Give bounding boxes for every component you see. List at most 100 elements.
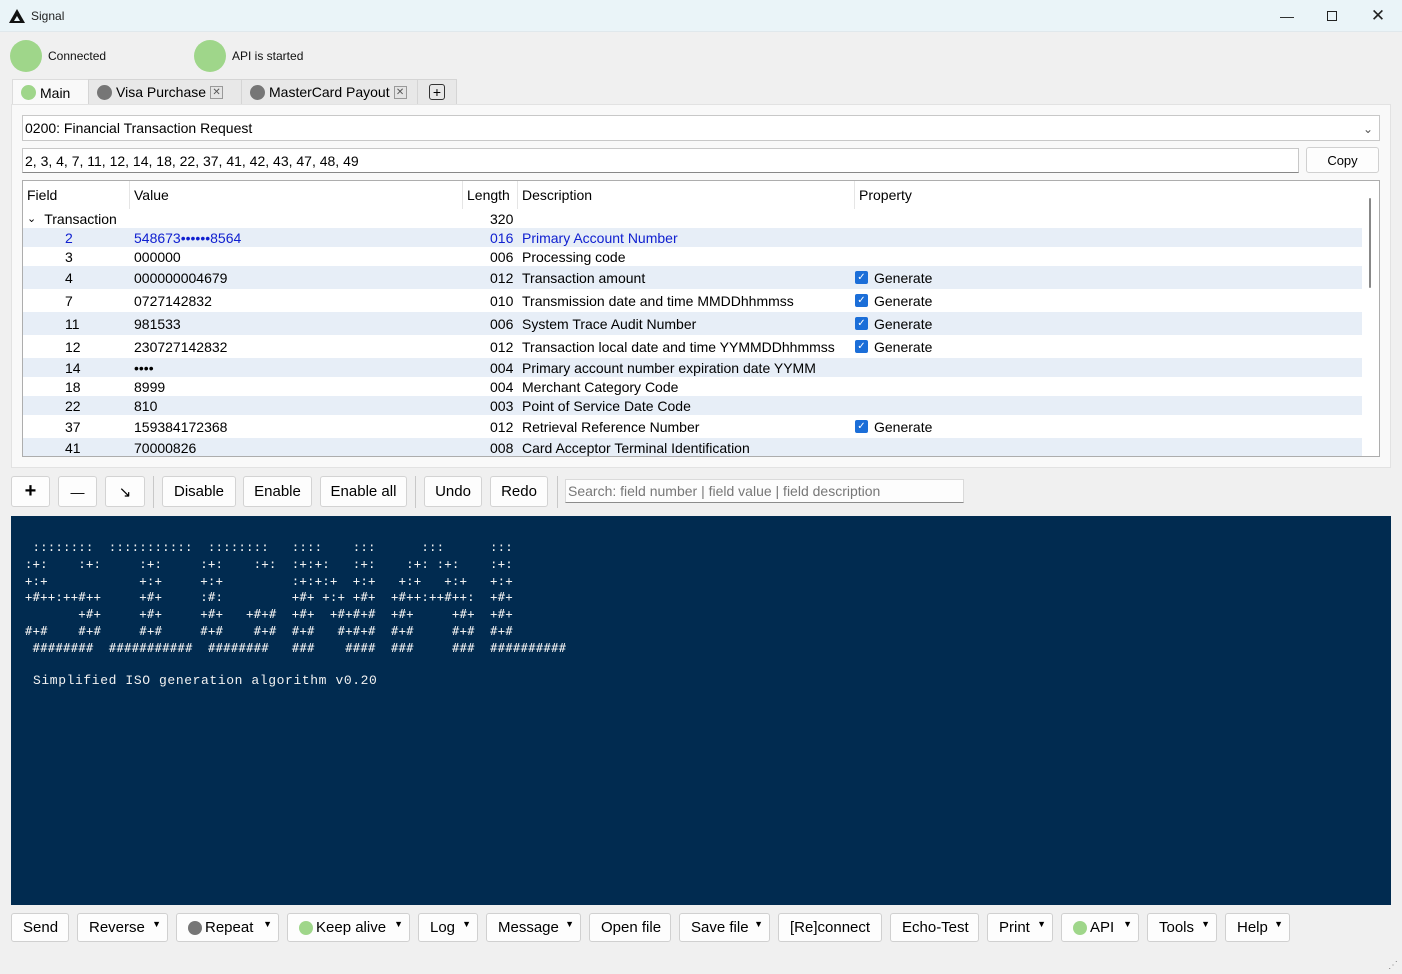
maximize-icon[interactable] — [1309, 0, 1355, 32]
log-button[interactable]: Log ▼ — [418, 913, 478, 942]
keep-alive-button[interactable]: Keep alive ▼ — [287, 913, 410, 942]
field-description: Transaction local date and time YYMMDDhh… — [522, 338, 835, 355]
generate-checkbox[interactable]: ✓ — [855, 271, 868, 284]
window-title: Signal — [31, 8, 65, 23]
column-header-value[interactable]: Value — [130, 181, 463, 209]
table-row[interactable]: 4 000000004679 012 Transaction amount ✓ Gener… — [23, 266, 1363, 289]
reconnect-button[interactable]: [Re]connect — [778, 913, 882, 942]
tab-close-icon[interactable]: ✕ — [210, 85, 224, 99]
field-search-input[interactable]: Search: field number | field value | fie… — [565, 479, 964, 503]
table-row[interactable]: 7 0727142832 010 Transmission date and time… — [23, 289, 1363, 312]
table-row[interactable]: 11 981533 006 System Trace Audit Number ✓ Gen… — [23, 312, 1363, 335]
close-icon[interactable]: ✕ — [1355, 0, 1401, 32]
remove-field-button[interactable]: — — [58, 476, 97, 507]
table-row[interactable]: 12 230727142832 012 Transaction local date … — [23, 335, 1363, 358]
column-header-field[interactable]: Field — [23, 181, 130, 209]
generate-checkbox[interactable]: ✓ — [855, 317, 868, 330]
minimize-icon[interactable]: — — [1264, 0, 1310, 32]
dropdown-caret-icon[interactable]: ▼ — [1123, 919, 1132, 929]
send-label: Send — [23, 919, 59, 936]
api-button[interactable]: API ▼ — [1061, 913, 1139, 942]
tab-main[interactable]: Main — [12, 79, 89, 105]
reverse-button[interactable]: Reverse ▼ — [77, 913, 168, 942]
repeat-status-dot-icon — [188, 920, 202, 935]
help-button[interactable]: Help ▼ — [1225, 913, 1290, 942]
message-button[interactable]: Message ▼ — [486, 913, 581, 942]
field-list-input[interactable]: 2, 3, 4, 7, 11, 12, 14, 18, 22, 37, 41, … — [22, 148, 1299, 173]
table-row[interactable]: 18 8999 004 Merchant Category Code — [23, 377, 1363, 396]
add-field-button[interactable]: + — [11, 476, 50, 507]
plus-square-icon: + — [429, 84, 445, 100]
message-label: Message — [498, 919, 559, 936]
tab-mastercard-payout[interactable]: MasterCard Payout ✕ — [241, 79, 418, 104]
open-file-button[interactable]: Open file — [589, 913, 671, 942]
dropdown-caret-icon[interactable]: ▼ — [462, 919, 471, 929]
echo-test-button[interactable]: Echo-Test — [890, 913, 979, 942]
toolbar-separator — [153, 476, 154, 508]
generate-label: Generate — [874, 292, 933, 309]
main-panel: 0200: Financial Transaction Request ⌄ 2,… — [11, 104, 1391, 468]
save-file-button[interactable]: Save file ▼ — [679, 913, 770, 942]
redo-button[interactable]: Redo — [490, 476, 548, 507]
send-button[interactable]: Send — [11, 913, 69, 942]
tab-close-icon[interactable]: ✕ — [393, 85, 407, 99]
generate-checkbox[interactable]: ✓ — [855, 294, 868, 307]
print-label: Print — [999, 919, 1030, 936]
message-type-select[interactable]: 0200: Financial Transaction Request ⌄ — [22, 115, 1380, 141]
column-header-property[interactable]: Property — [855, 181, 1363, 209]
table-row[interactable]: 3 000000 006 Processing code — [23, 247, 1363, 266]
table-row[interactable]: 41 70000826 008 Card Acceptor Terminal Iden… — [23, 438, 1363, 456]
tab-visa-purchase[interactable]: Visa Purchase ✕ — [88, 79, 242, 104]
copy-button[interactable]: Copy — [1306, 147, 1379, 173]
column-header-description[interactable]: Description — [518, 181, 855, 209]
table-row[interactable]: 22 810 003 Point of Service Date Code — [23, 396, 1363, 415]
tab-status-dot-icon — [97, 84, 112, 100]
connection-status: Connected — [10, 40, 106, 72]
field-length: 012 — [490, 269, 514, 286]
repeat-button[interactable]: Repeat ▼ — [176, 913, 279, 942]
enable-button[interactable]: Enable — [243, 476, 312, 507]
scroll-thumb[interactable] — [1369, 198, 1371, 288]
dropdown-caret-icon[interactable]: ▼ — [565, 919, 574, 929]
minus-icon: — — [70, 483, 85, 500]
table-scrollbar[interactable] — [1362, 181, 1379, 456]
tools-label: Tools — [1159, 919, 1195, 936]
field-value: 000000004679 — [134, 269, 228, 286]
dropdown-caret-icon[interactable]: ▼ — [152, 919, 161, 929]
dropdown-caret-icon[interactable]: ▼ — [1274, 919, 1283, 929]
disable-button[interactable]: Disable — [162, 476, 236, 507]
table-row[interactable]: 14 •••• 004 Primary account number expirati… — [23, 358, 1363, 377]
table-row[interactable]: 2 548673••••••8564 016 Primary Account Numb… — [23, 228, 1363, 247]
column-header-length[interactable]: Length — [463, 181, 518, 209]
field-value: 8999 — [134, 378, 166, 395]
enable-all-button[interactable]: Enable all — [320, 476, 407, 507]
group-row-transaction[interactable]: ⌄ Transaction 320 — [23, 209, 1363, 228]
field-value: 548673••••••8564 — [134, 229, 242, 246]
add-tab-button[interactable]: + — [417, 79, 457, 104]
dropdown-caret-icon[interactable]: ▼ — [1201, 919, 1210, 929]
connection-led-icon — [10, 40, 42, 72]
field-number: 41 — [65, 439, 81, 456]
print-button[interactable]: Print ▼ — [987, 913, 1053, 942]
chevron-down-icon: ⌄ — [1362, 122, 1373, 136]
undo-button[interactable]: Undo — [424, 476, 482, 507]
generate-checkbox[interactable]: ✓ — [855, 420, 868, 433]
field-length: 012 — [490, 418, 514, 435]
banner-line: :::::::: ::::::::::: :::::::: :::: ::: :… — [25, 540, 513, 554]
save-file-label: Save file — [691, 919, 749, 936]
field-description: Point of Service Date Code — [522, 397, 691, 414]
move-down-button[interactable]: ↘ — [105, 476, 145, 507]
dropdown-caret-icon[interactable]: ▼ — [754, 919, 763, 929]
dropdown-caret-icon[interactable]: ▼ — [1037, 919, 1046, 929]
table-row[interactable]: 37 159384172368 012 Retrieval Reference Num… — [23, 415, 1363, 438]
dropdown-caret-icon[interactable]: ▼ — [394, 919, 403, 929]
field-value: 0727142832 — [134, 292, 212, 309]
generate-checkbox[interactable]: ✓ — [855, 340, 868, 353]
chevron-down-icon[interactable]: ⌄ — [27, 212, 36, 225]
log-console[interactable]: :::::::: ::::::::::: :::::::: :::: ::: :… — [11, 516, 1391, 905]
tools-button[interactable]: Tools ▼ — [1147, 913, 1217, 942]
plus-icon: + — [24, 480, 37, 502]
tab-label: Main — [40, 84, 71, 101]
dropdown-caret-icon[interactable]: ▼ — [263, 919, 272, 929]
resize-grip-icon[interactable]: ⋰ — [1388, 960, 1398, 971]
